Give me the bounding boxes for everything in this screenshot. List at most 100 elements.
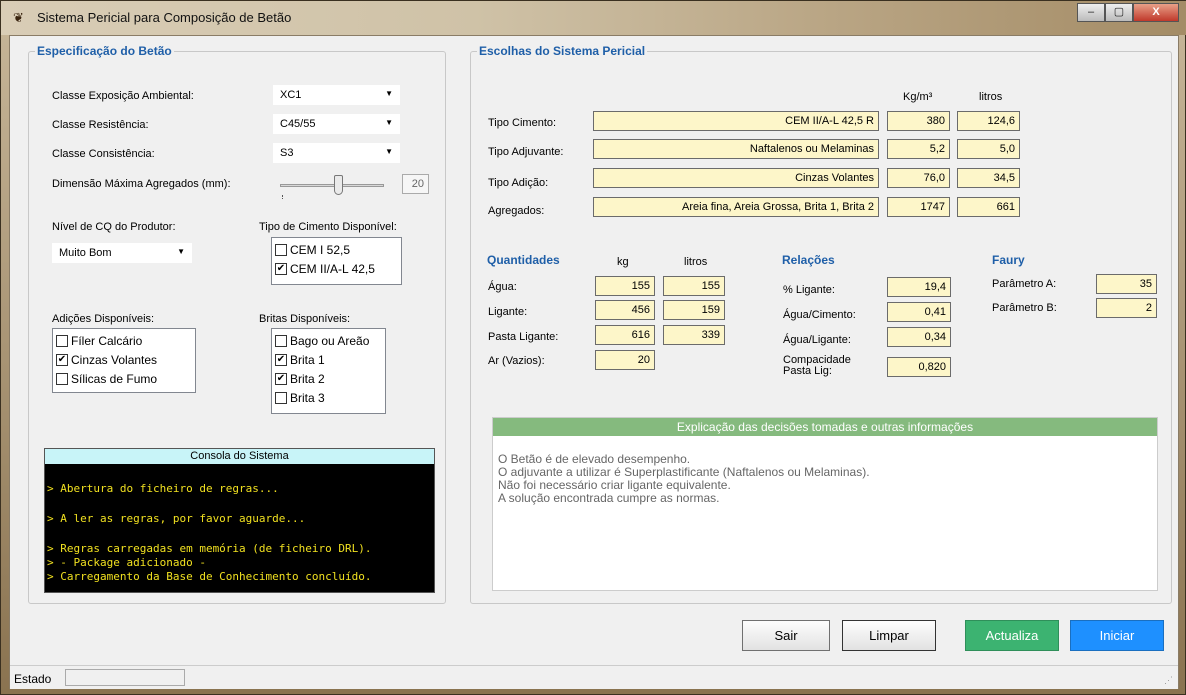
tipo-cimento-value: CEM II/A-L 42,5 R bbox=[593, 111, 879, 131]
brita-option[interactable]: ✔ Brita 1 bbox=[275, 350, 382, 369]
chevron-down-icon: ▼ bbox=[385, 147, 393, 156]
tipo-cimento-kg: 380 bbox=[887, 111, 950, 131]
britas-list: Bago ou Areão ✔ Brita 1 ✔ Brita 2 Brita 3 bbox=[271, 328, 386, 414]
checkbox-icon[interactable] bbox=[275, 391, 287, 404]
param-b-label: Parâmetro B: bbox=[992, 302, 1057, 314]
agua-cimento-label: Água/Cimento: bbox=[783, 309, 856, 321]
cimento-option-label: CEM I 52,5 bbox=[290, 242, 351, 257]
close-button[interactable]: X bbox=[1133, 3, 1179, 22]
checkbox-icon[interactable] bbox=[56, 334, 68, 347]
exposicao-select[interactable]: XC1 ▼ bbox=[273, 85, 400, 105]
adicao-option[interactable]: ✔ Cinzas Volantes bbox=[56, 350, 192, 369]
compacidade-label: Compacidade Pasta Lig: bbox=[783, 354, 851, 377]
consistencia-select[interactable]: S3 ▼ bbox=[273, 143, 400, 163]
dimensao-slider-track[interactable] bbox=[280, 184, 384, 187]
checkbox-checked-icon[interactable]: ✔ bbox=[275, 262, 287, 275]
brita-option[interactable]: Brita 3 bbox=[275, 388, 382, 407]
adicao-option-label: Cinzas Volantes bbox=[71, 352, 158, 367]
ar-vazios-kg: 20 bbox=[595, 350, 655, 370]
agua-ligante-value: 0,34 bbox=[887, 327, 951, 347]
agua-kg: 155 bbox=[595, 276, 655, 296]
agregados-label: Agregados: bbox=[488, 205, 545, 217]
perc-ligante-label: % Ligante: bbox=[783, 284, 835, 296]
resistencia-value: C45/55 bbox=[280, 118, 316, 130]
iniciar-button[interactable]: Iniciar bbox=[1070, 620, 1164, 651]
escolhas-legend: Escolhas do Sistema Pericial bbox=[479, 44, 646, 58]
britas-label: Britas Disponíveis: bbox=[259, 313, 351, 325]
exposicao-value: XC1 bbox=[280, 89, 302, 101]
sair-button[interactable]: Sair bbox=[742, 620, 830, 651]
cimento-option-label: CEM II/A-L 42,5 bbox=[290, 261, 375, 276]
checkbox-checked-icon[interactable]: ✔ bbox=[56, 353, 68, 366]
client-area: Especificação do Betão Classe Exposição … bbox=[9, 35, 1179, 689]
param-a-label: Parâmetro A: bbox=[992, 278, 1057, 290]
compacidade-value: 0,820 bbox=[887, 357, 951, 377]
app-icon: ❦ bbox=[13, 10, 24, 25]
tipo-adjuvante-litros: 5,0 bbox=[957, 139, 1020, 159]
agregados-kg: 1747 bbox=[887, 197, 950, 217]
system-console: Consola do Sistema > Abertura do ficheir… bbox=[44, 448, 435, 593]
checkbox-checked-icon[interactable]: ✔ bbox=[275, 353, 287, 366]
perc-ligante-value: 19,4 bbox=[887, 277, 951, 297]
pasta-ligante-litros: 339 bbox=[663, 325, 725, 345]
cq-label: Nível de CQ do Produtor: bbox=[52, 221, 176, 233]
checkbox-checked-icon[interactable]: ✔ bbox=[275, 372, 287, 385]
checkbox-icon[interactable] bbox=[275, 334, 287, 347]
console-line: > Regras carregadas em memória (de fiche… bbox=[47, 542, 372, 555]
dimensao-value: 20 bbox=[402, 174, 429, 194]
consistencia-label: Classe Consistência: bbox=[52, 148, 155, 160]
app-window: ❦ Sistema Pericial para Composição de Be… bbox=[0, 0, 1186, 695]
dimensao-label: Dimensão Máxima Agregados (mm): bbox=[52, 178, 231, 190]
cimento-option[interactable]: CEM I 52,5 bbox=[275, 240, 398, 259]
adicao-option[interactable]: Fíler Calcário bbox=[56, 331, 192, 350]
tipo-adjuvante-label: Tipo Adjuvante: bbox=[488, 146, 564, 158]
console-line: > - Package adicionado - bbox=[47, 556, 206, 569]
quant-litros-header: litros bbox=[684, 256, 708, 268]
adicao-option[interactable]: Sílicas de Fumo bbox=[56, 369, 192, 388]
slider-ticks bbox=[282, 195, 384, 199]
consistencia-value: S3 bbox=[280, 147, 294, 159]
brita-option[interactable]: ✔ Brita 2 bbox=[275, 369, 382, 388]
brita-option-label: Brita 3 bbox=[290, 390, 325, 405]
checkbox-icon[interactable] bbox=[275, 243, 287, 256]
relacoes-title: Relações bbox=[782, 253, 835, 267]
console-title: Consola do Sistema bbox=[45, 449, 434, 464]
maximize-button[interactable]: ▢ bbox=[1105, 3, 1133, 22]
agua-cimento-value: 0,41 bbox=[887, 302, 951, 322]
console-line: > Abertura do ficheiro de regras... bbox=[47, 482, 279, 495]
resistencia-select[interactable]: C45/55 ▼ bbox=[273, 114, 400, 134]
tipo-adicao-kg: 76,0 bbox=[887, 168, 950, 188]
agua-litros: 155 bbox=[663, 276, 725, 296]
spec-legend: Especificação do Betão bbox=[37, 44, 172, 58]
chevron-down-icon: ▼ bbox=[385, 89, 393, 98]
checkbox-icon[interactable] bbox=[56, 372, 68, 385]
brita-option-label: Brita 2 bbox=[290, 371, 325, 386]
dimensao-slider-thumb[interactable] bbox=[334, 175, 343, 195]
ligante-label: Ligante: bbox=[488, 306, 528, 318]
tipo-adicao-label: Tipo Adição: bbox=[488, 177, 549, 189]
window-title: Sistema Pericial para Composição de Betã… bbox=[37, 10, 292, 25]
tipo-adjuvante-value: Naftalenos ou Melaminas bbox=[593, 139, 879, 159]
brita-option[interactable]: Bago ou Areão bbox=[275, 331, 382, 350]
resistencia-label: Classe Resistência: bbox=[52, 119, 149, 131]
agregados-litros: 661 bbox=[957, 197, 1020, 217]
status-bar: Estado ⋰ bbox=[10, 665, 1178, 689]
adicao-option-label: Sílicas de Fumo bbox=[71, 371, 158, 386]
actualiza-button[interactable]: Actualiza bbox=[965, 620, 1059, 651]
info-line: A solução encontrada cumpre as normas. bbox=[498, 491, 720, 505]
cq-select[interactable]: Muito Bom ▼ bbox=[52, 243, 192, 263]
adicoes-label: Adições Disponíveis: bbox=[52, 313, 155, 325]
col-kg-header: Kg/m³ bbox=[903, 91, 933, 103]
quant-kg-header: kg bbox=[617, 256, 629, 268]
minimize-button[interactable]: – bbox=[1077, 3, 1105, 22]
info-panel: Explicação das decisões tomadas e outras… bbox=[492, 417, 1158, 591]
limpar-button[interactable]: Limpar bbox=[842, 620, 936, 651]
cimento-option[interactable]: ✔ CEM II/A-L 42,5 bbox=[275, 259, 398, 278]
console-line: > A ler as regras, por favor aguarde... bbox=[47, 512, 306, 525]
faury-title: Faury bbox=[992, 253, 1025, 267]
resize-grip-icon[interactable]: ⋰ bbox=[1164, 675, 1173, 686]
col-litros-header: litros bbox=[979, 91, 1003, 103]
info-header: Explicação das decisões tomadas e outras… bbox=[493, 418, 1157, 436]
title-bar[interactable]: ❦ Sistema Pericial para Composição de Be… bbox=[1, 1, 1186, 35]
ligante-kg: 456 bbox=[595, 300, 655, 320]
